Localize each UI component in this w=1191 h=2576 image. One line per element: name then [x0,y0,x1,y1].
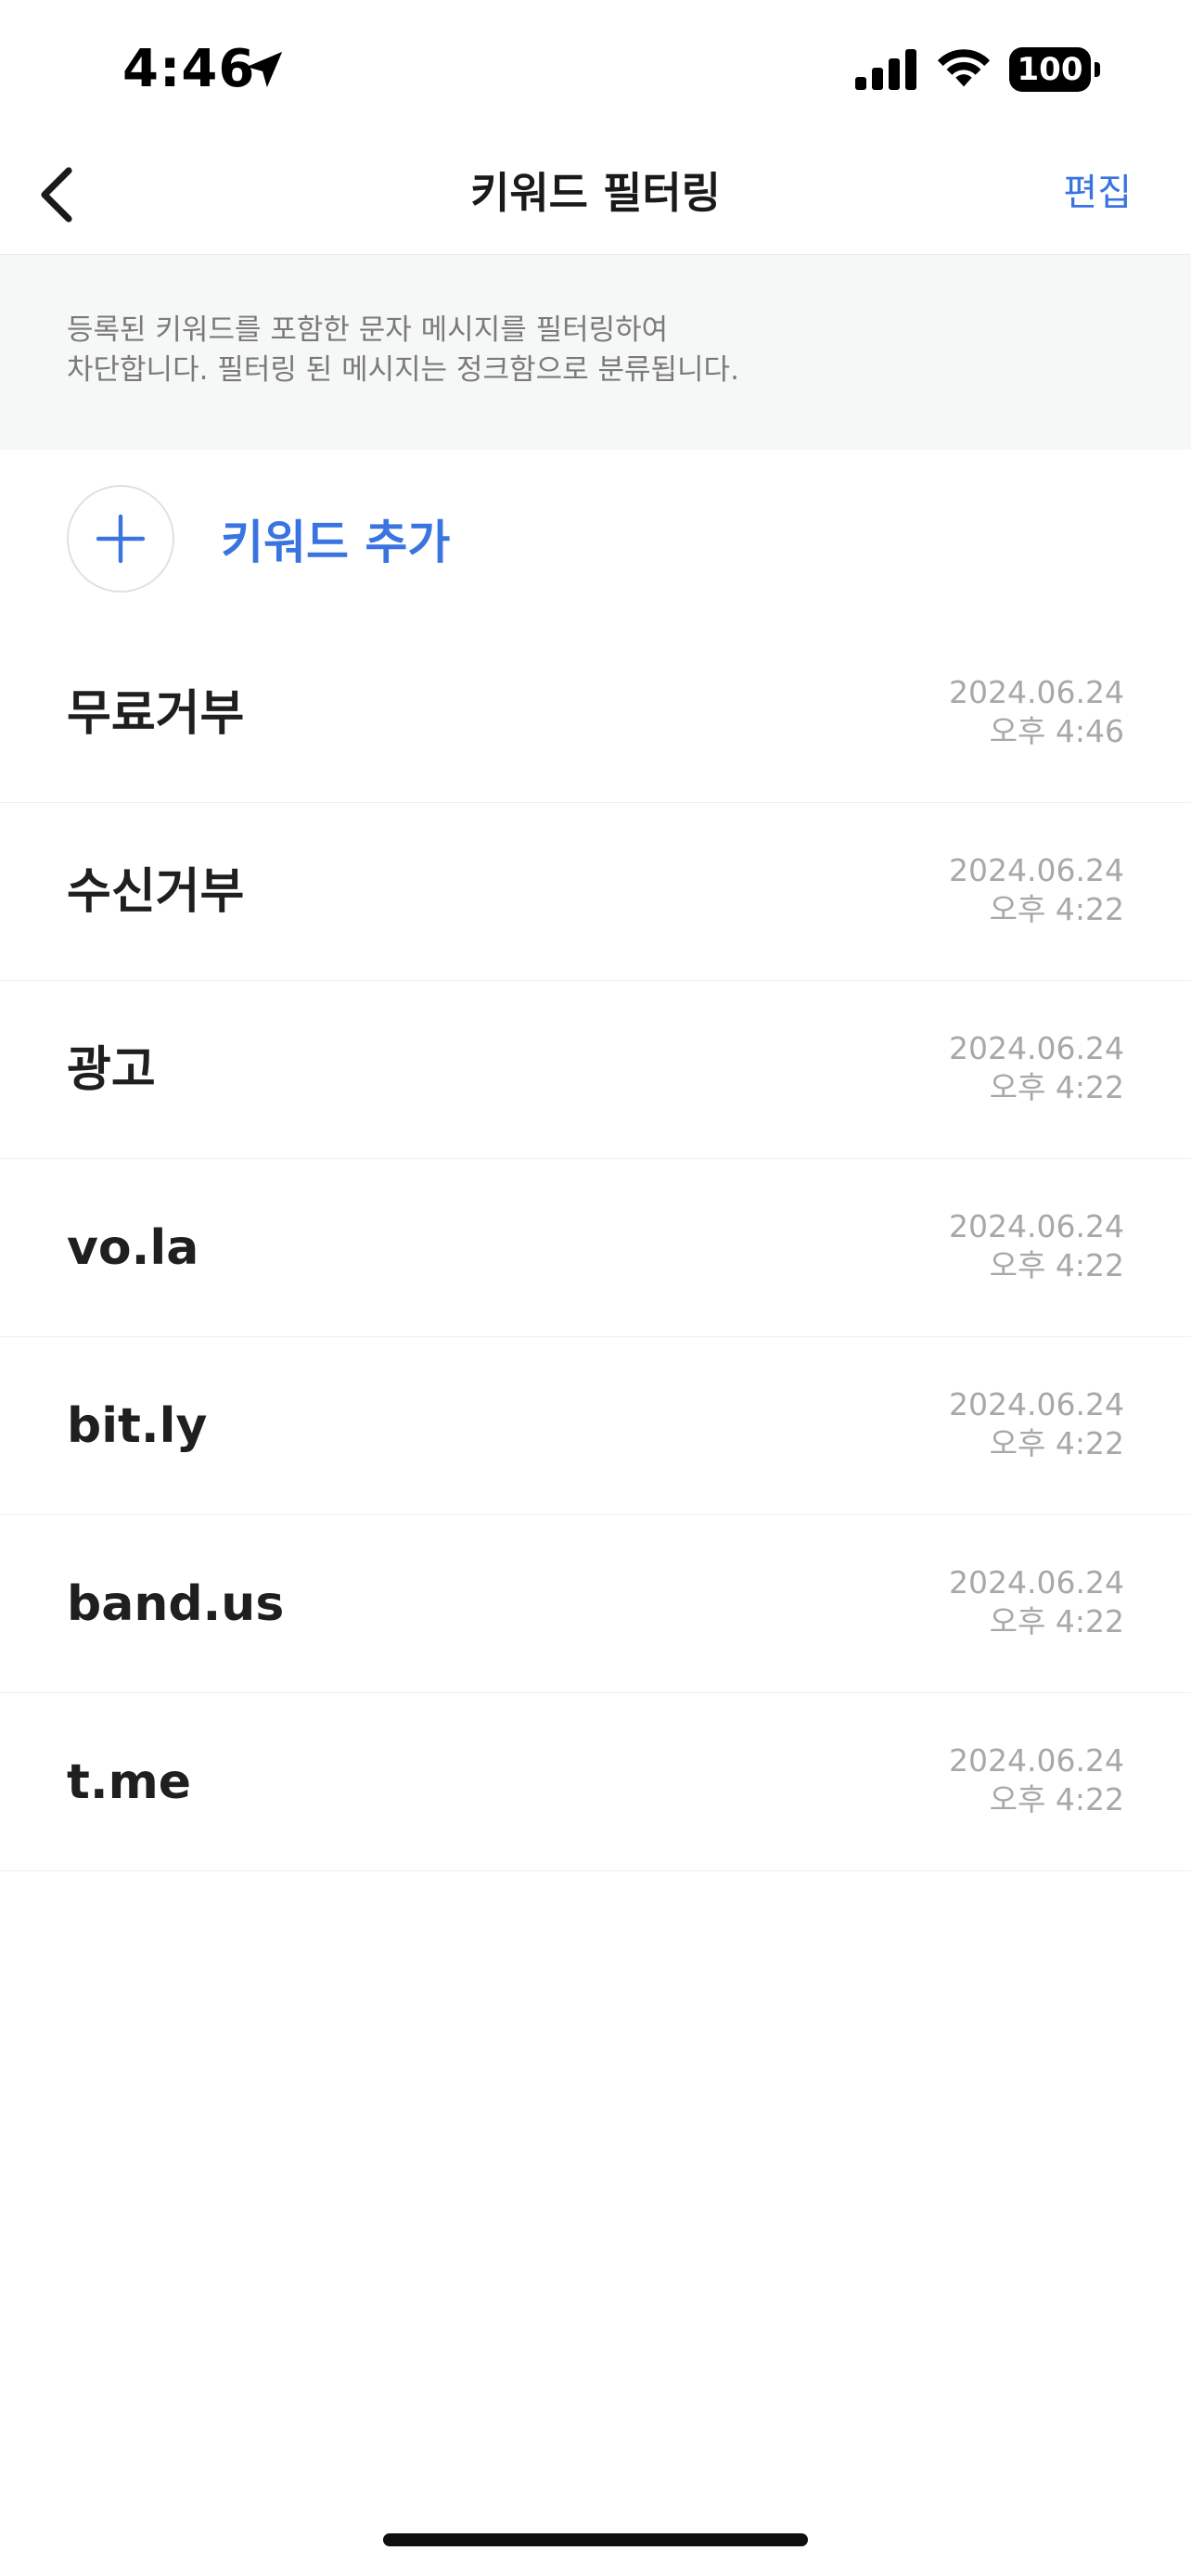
list-item[interactable]: 수신거부 2024.06.24 오후 4:22 [0,803,1191,981]
keyword-time: 오후 4:22 [989,1247,1124,1283]
battery-level: 100 [1017,51,1083,88]
add-keyword-label: 키워드 추가 [221,516,451,569]
location-arrow-icon [246,51,283,88]
edit-button[interactable]: 편집 [1063,167,1132,219]
home-indicator[interactable] [383,2533,808,2546]
keyword-text: 광고 [67,1042,156,1098]
cellular-signal-icon [855,49,916,90]
info-description: 등록된 키워드를 포함한 문자 메시지를 필터링하여 차단합니다. 필터링 된 … [67,313,739,387]
keyword-time: 오후 4:22 [989,1781,1124,1817]
keyword-timestamp: 2024.06.24 오후 4:22 [949,1029,1124,1107]
keyword-time: 오후 4:22 [989,1603,1124,1639]
keyword-time: 오후 4:22 [989,1425,1124,1461]
status-bar: 4:46 100 [0,0,1191,139]
keyword-date: 2024.06.24 [949,674,1124,710]
list-item[interactable]: bit.ly 2024.06.24 오후 4:22 [0,1337,1191,1515]
list-item[interactable]: 광고 2024.06.24 오후 4:22 [0,981,1191,1159]
keyword-text: bit.ly [67,1398,208,1454]
keyword-timestamp: 2024.06.24 오후 4:22 [949,851,1124,929]
add-keyword-circle[interactable] [67,485,174,593]
info-banner: 등록된 키워드를 포함한 문자 메시지를 필터링하여 차단합니다. 필터링 된 … [0,254,1191,450]
keyword-text: vo.la [67,1220,199,1276]
keyword-text: 수신거부 [67,864,245,920]
list-item[interactable]: 무료거부 2024.06.24 오후 4:46 [0,625,1191,803]
keyword-timestamp: 2024.06.24 오후 4:22 [949,1385,1124,1463]
keyword-timestamp: 2024.06.24 오후 4:22 [949,1563,1124,1641]
keyword-time: 오후 4:22 [989,1069,1124,1105]
battery-icon: 100 [1009,47,1102,92]
keyword-date: 2024.06.24 [949,1386,1124,1422]
plus-icon [96,514,146,564]
wifi-icon [937,49,991,87]
keyword-date: 2024.06.24 [949,1564,1124,1600]
keyword-time: 오후 4:46 [989,713,1124,749]
page-title: 키워드 필터링 [470,168,721,218]
keyword-time: 오후 4:22 [989,891,1124,927]
keyword-date: 2024.06.24 [949,852,1124,888]
keyword-date: 2024.06.24 [949,1030,1124,1066]
list-item[interactable]: t.me 2024.06.24 오후 4:22 [0,1693,1191,1871]
navigation-bar: 키워드 필터링 편집 [0,139,1191,254]
status-time: 4:46 [122,39,256,99]
list-item[interactable]: vo.la 2024.06.24 오후 4:22 [0,1159,1191,1337]
add-keyword-button[interactable]: 키워드 추가 [67,484,623,593]
list-item[interactable]: band.us 2024.06.24 오후 4:22 [0,1515,1191,1693]
keyword-text: t.me [67,1754,192,1810]
keyword-date: 2024.06.24 [949,1208,1124,1244]
keyword-timestamp: 2024.06.24 오후 4:22 [949,1741,1124,1819]
keyword-text: band.us [67,1576,285,1632]
keyword-date: 2024.06.24 [949,1742,1124,1779]
keyword-list: 무료거부 2024.06.24 오후 4:46 수신거부 2024.06.24 … [0,625,1191,1871]
keyword-timestamp: 2024.06.24 오후 4:46 [949,673,1124,751]
keyword-timestamp: 2024.06.24 오후 4:22 [949,1207,1124,1285]
keyword-text: 무료거부 [67,686,245,742]
